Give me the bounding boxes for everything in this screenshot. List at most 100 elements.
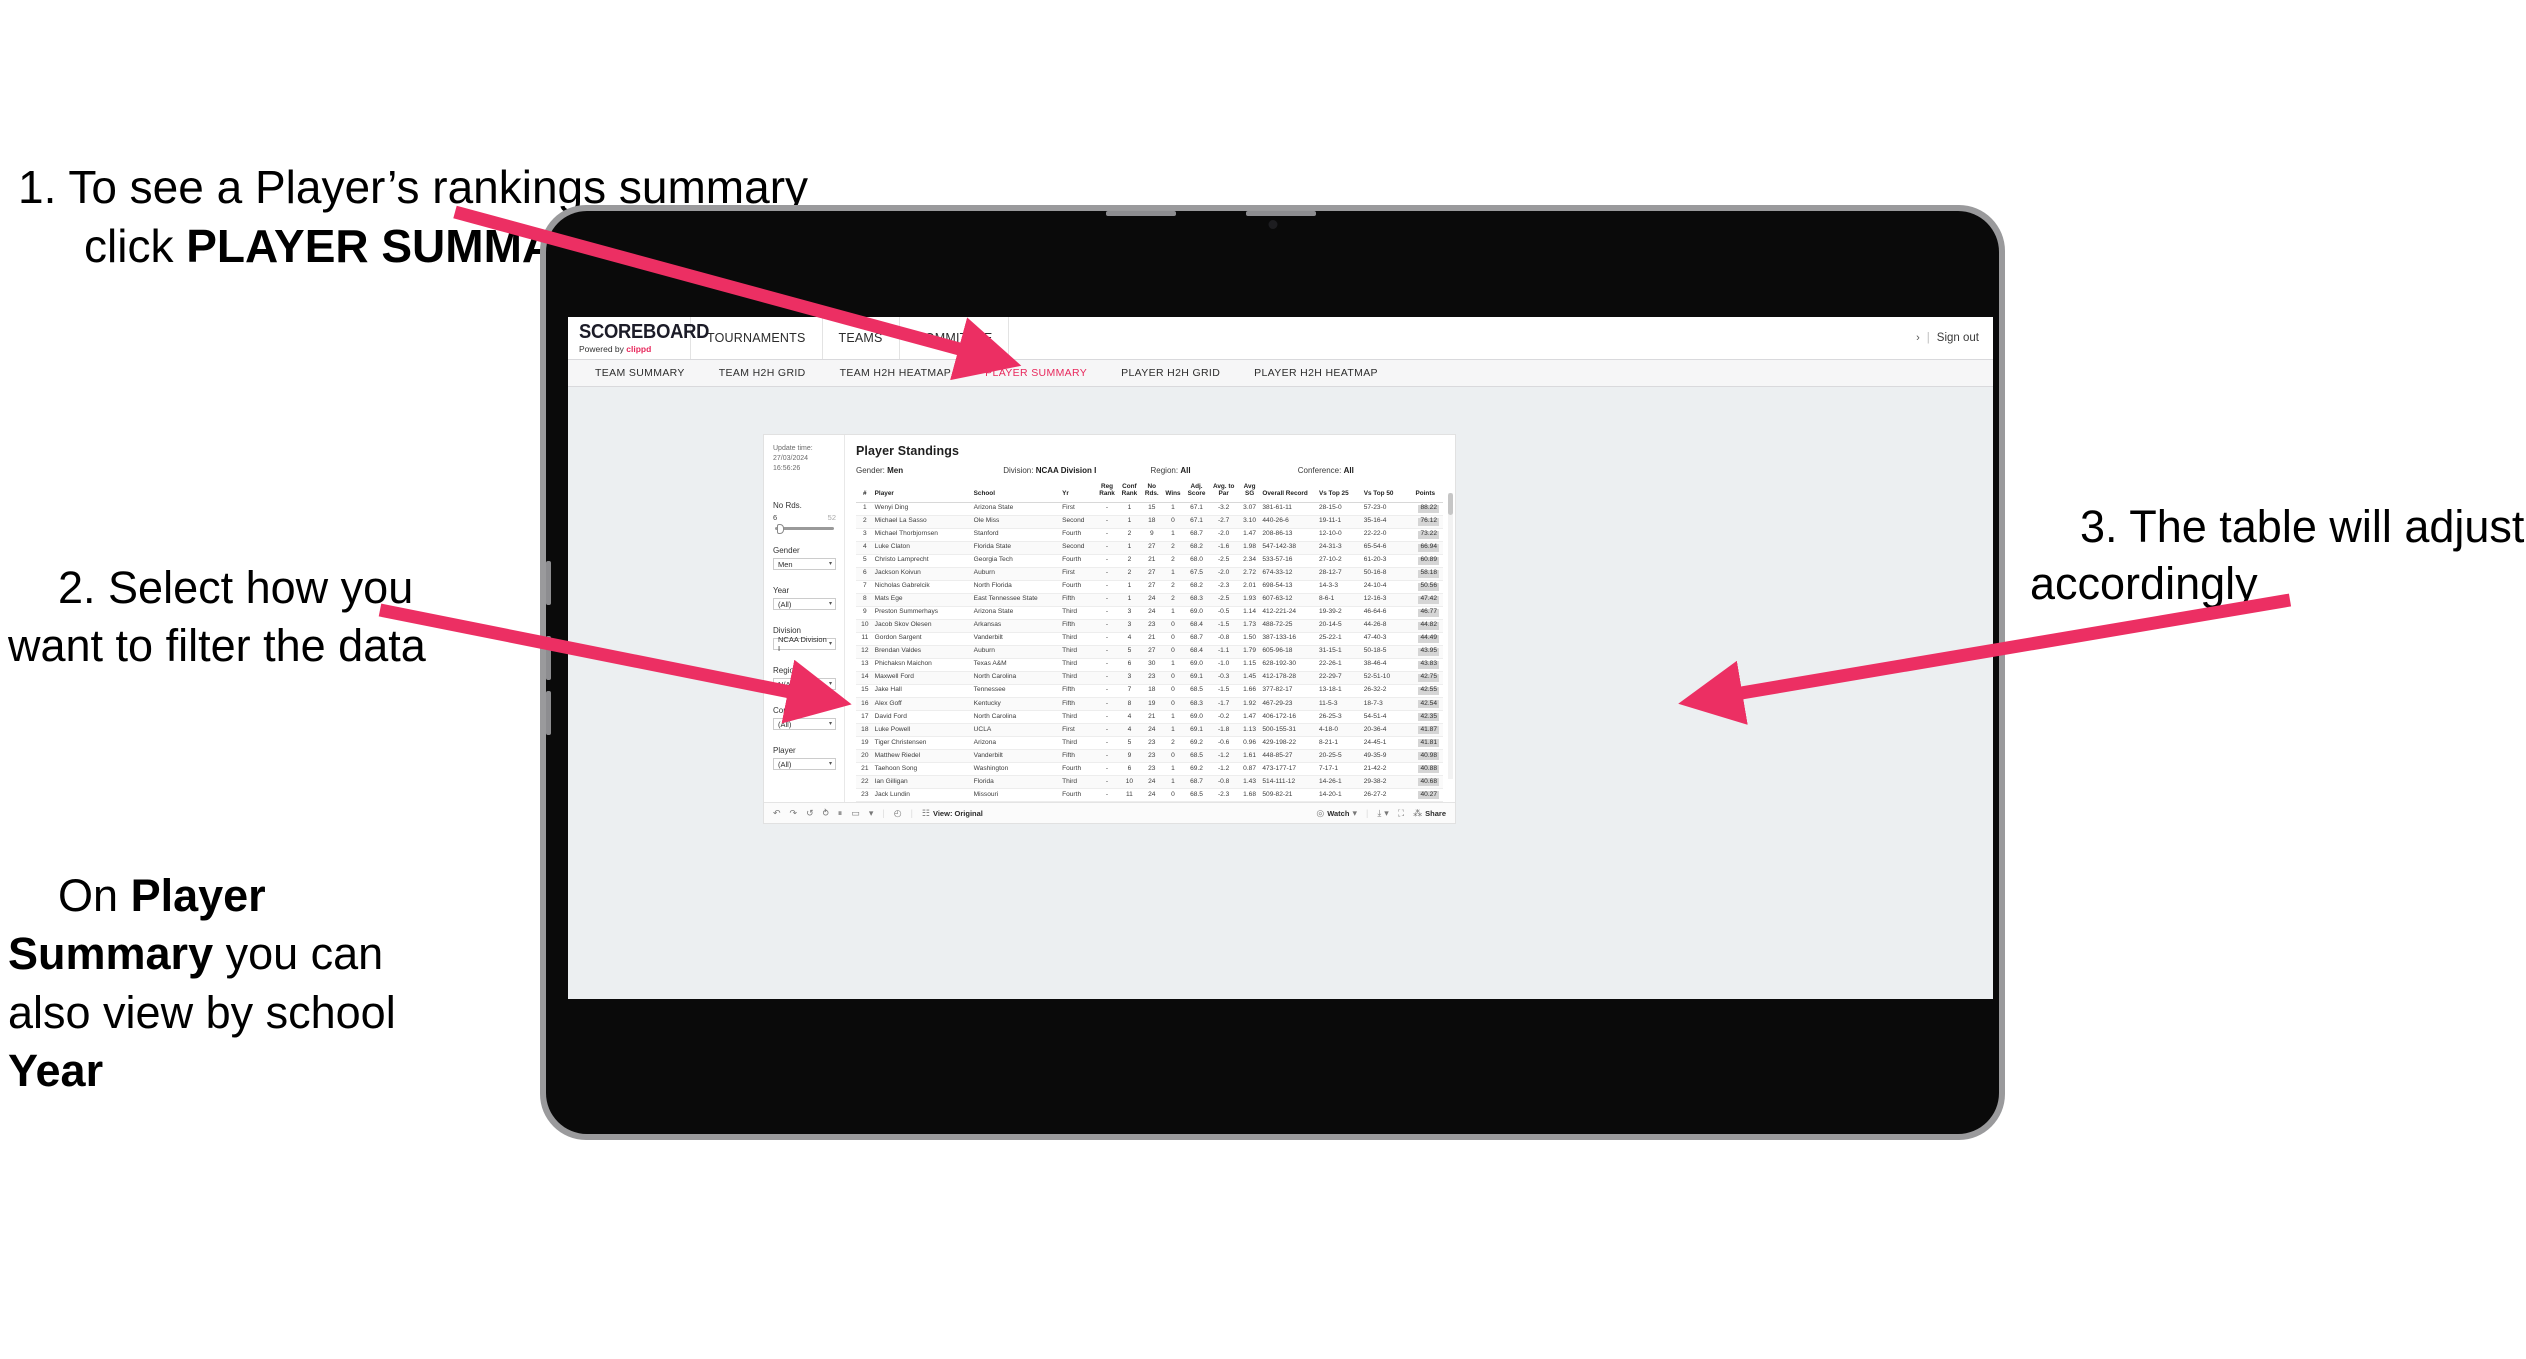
table-row[interactable]: 3 Michael Thorbjornsen Stanford Fourth -2 9 1 6…	[856, 528, 1443, 542]
tab-team-h2h-heatmap[interactable]: TEAM H2H HEATMAP	[823, 367, 969, 379]
table-row[interactable]: 10 Jacob Skov Olesen Arkansas Fifth -3 23 0 68.…	[856, 619, 1443, 633]
table-row[interactable]: 1 Wenyi Ding Arizona State First -1 15 1 67.1 -3…	[856, 502, 1443, 516]
cell-yr: First	[1061, 567, 1097, 581]
update-time-label: Update time:	[773, 445, 813, 452]
filter-region-select[interactable]: N/A ▾	[773, 678, 836, 691]
revert-icon[interactable]: ↺	[806, 808, 814, 818]
table-col-overall[interactable]: Overall Record	[1261, 481, 1318, 503]
cell-avg_to_par: -2.3	[1209, 580, 1238, 594]
table-col-adj_score[interactable]: Adj. Score	[1183, 481, 1210, 503]
tab-team-h2h-grid[interactable]: TEAM H2H GRID	[702, 367, 823, 379]
redo-icon[interactable]: ↷	[790, 808, 798, 818]
table-col-yr[interactable]: Yr	[1061, 481, 1097, 503]
watch-label: Watch	[1327, 808, 1350, 818]
tab-player-h2h-heatmap[interactable]: PLAYER H2H HEATMAP	[1237, 367, 1395, 379]
timer-icon[interactable]: ◴	[894, 808, 902, 818]
table-row[interactable]: 17 David Ford North Carolina Third -4 21 1 69.0…	[856, 710, 1443, 724]
cell-school: Florida	[972, 775, 1062, 790]
slider-min-value: 6	[773, 513, 778, 523]
filter-gender-select[interactable]: Men ▾	[773, 558, 836, 571]
view-original-button[interactable]: ☷ View: Original	[922, 808, 983, 818]
cell-vs25: 14-20-1	[1317, 788, 1363, 802]
cell-school: North Carolina	[972, 671, 1062, 685]
chevron-right-icon[interactable]: ›	[1916, 332, 1920, 344]
fullscreen-icon[interactable]: ⛶	[1398, 808, 1404, 818]
cell-wins: 1	[1162, 710, 1184, 724]
sign-out-link[interactable]: Sign out	[1937, 332, 1979, 344]
cell-vs50: 65-54-6	[1362, 541, 1408, 555]
nav-item-committee[interactable]: COMMITTEE	[900, 317, 1010, 359]
slider-handle[interactable]	[777, 523, 784, 534]
table-row[interactable]: 16 Alex Goff Kentucky Fifth -8 19 0 68.3 -1.7 1.9…	[856, 697, 1443, 711]
table-col-rank[interactable]: #	[856, 481, 874, 503]
table-col-wins[interactable]: Wins	[1162, 481, 1184, 503]
table-row[interactable]: 21 Taehoon Song Washington Fourth -6 23 1 69.2-…	[856, 762, 1443, 777]
cell-avg_sg: 1.61	[1237, 749, 1262, 764]
cell-overall: 381-61-11	[1261, 502, 1318, 516]
refresh-icon[interactable]: ⥁	[823, 808, 829, 818]
table-row[interactable]: 8 Mats Ege East Tennessee State Fifth -1 24 2 6…	[856, 593, 1443, 607]
table-col-school[interactable]: School	[972, 481, 1062, 503]
cell-player: Christo Lamprecht	[873, 554, 973, 568]
table-col-player[interactable]: Player	[873, 481, 973, 503]
share-button[interactable]: ⁂ Share	[1413, 808, 1446, 818]
annotation-step-2-note: On Player Summary you can also view by s…	[8, 808, 428, 1159]
table-row[interactable]: 19 Tiger Christensen Arizona Third -5 23 2 69.2…	[856, 736, 1443, 751]
table-row[interactable]: 2 Michael La Sasso Ole Miss Second -1 18 0 67.1…	[856, 515, 1443, 529]
table-row[interactable]: 5 Christo Lamprecht Georgia Tech Fourth -2 21…	[856, 554, 1443, 568]
cell-conf_rank: 3	[1117, 671, 1142, 685]
table-row[interactable]: 11 Gordon Sargent Vanderbilt Third -4 21 0 68.7…	[856, 632, 1443, 646]
cell-wins: 2	[1162, 541, 1184, 555]
cell-vs25: 8-6-1	[1317, 593, 1363, 607]
range-slider[interactable]	[775, 523, 834, 534]
device-layout-caret-icon[interactable]: ▾	[869, 808, 874, 818]
table-col-vs50[interactable]: Vs Top 50	[1362, 481, 1408, 503]
cell-adj_score: 69.1	[1183, 723, 1210, 738]
filter-division-select[interactable]: NCAA Division I ▾	[773, 635, 836, 653]
cell-conf_rank: 10	[1117, 775, 1142, 790]
table-row[interactable]: 15 Jake Hall Tennessee Fifth -7 18 0 68.5 -1.5 1.…	[856, 684, 1443, 698]
table-row[interactable]: 9 Preston Summerhays Arizona State Third -3 2…	[856, 606, 1443, 620]
tab-player-summary[interactable]: PLAYER SUMMARY	[968, 367, 1104, 379]
cell-vs25: 28-12-7	[1317, 567, 1363, 581]
download-button[interactable]: ⤓ ▾	[1377, 808, 1389, 818]
filter-player-select[interactable]: (All) ▾	[773, 758, 836, 771]
table-col-no_rds[interactable]: No Rds.	[1141, 481, 1163, 503]
table-row[interactable]: 18 Luke Powell UCLA First -4 24 1 69.1 -1.8 1.13 5…	[856, 723, 1443, 738]
cell-yr: Fifth	[1061, 593, 1097, 607]
cell-avg_to_par: -1.1	[1209, 645, 1238, 659]
table-col-conf_rank[interactable]: Conf Rank	[1117, 481, 1142, 503]
table-row[interactable]: 22 Ian Gilligan Florida Third -10 24 1 68.7 -0.8…	[856, 775, 1443, 790]
watch-button[interactable]: ◎ Watch ▾	[1316, 808, 1357, 818]
filter-player-label: Player	[773, 746, 796, 756]
undo-icon[interactable]: ↶	[773, 808, 781, 818]
table-row[interactable]: 6 Jackson Koivun Auburn First -2 27 1 67.5 -2.0 2…	[856, 567, 1443, 581]
table-row[interactable]: 4 Luke Claton Florida State Second -1 27 2 68.2…	[856, 541, 1443, 555]
table-row[interactable]: 20 Matthew Riedel Vanderbilt Fifth -9 23 0 68.5…	[856, 749, 1443, 764]
table-col-avg_sg[interactable]: Avg SG	[1237, 481, 1262, 503]
table-row[interactable]: 7 Nicholas Gabrelcik North Florida Fourth -1…	[856, 580, 1443, 594]
table-scrollbar[interactable]	[1448, 493, 1453, 779]
nav-item-tournaments[interactable]: TOURNAMENTS	[691, 317, 823, 359]
table-row[interactable]: 14 Maxwell Ford North Carolina Third -3 23 0 69…	[856, 671, 1443, 685]
tab-team-summary[interactable]: TEAM SUMMARY	[578, 367, 702, 379]
pause-icon[interactable]: ⏸	[838, 808, 843, 818]
cell-reg_rank: -	[1096, 567, 1118, 581]
filter-year-select[interactable]: (All) ▾	[773, 598, 836, 611]
tab-player-h2h-grid[interactable]: PLAYER H2H GRID	[1104, 367, 1237, 379]
cell-vs50: 18-7-3	[1362, 697, 1408, 711]
nav-item-teams[interactable]: TEAMS	[823, 317, 900, 359]
table-row[interactable]: 13 Phichaksn Maichon Texas A&M Third -6 30 1 69…	[856, 658, 1443, 672]
table-row[interactable]: 23 Jack Lundin Missouri Fourth -11 24 0 68.5 -2.…	[856, 788, 1443, 802]
device-layout-icon[interactable]: ▭	[851, 808, 860, 818]
cell-overall: 605-96-18	[1261, 645, 1318, 659]
filter-conference-select[interactable]: (All) ▾	[773, 718, 836, 731]
table-col-reg_rank[interactable]: Reg Rank	[1096, 481, 1118, 503]
table-col-vs25[interactable]: Vs Top 25	[1317, 481, 1363, 503]
cell-avg_sg: 1.98	[1237, 541, 1262, 555]
scrollbar-thumb[interactable]	[1448, 493, 1453, 515]
table-col-points[interactable]: Points	[1407, 481, 1443, 503]
table-row[interactable]: 12 Brendan Valdes Auburn Third -5 27 0 68.4 -1.1…	[856, 645, 1443, 659]
points-badge: 40.98	[1418, 751, 1439, 760]
table-col-avg_to_par[interactable]: Avg. to Par	[1209, 481, 1238, 503]
